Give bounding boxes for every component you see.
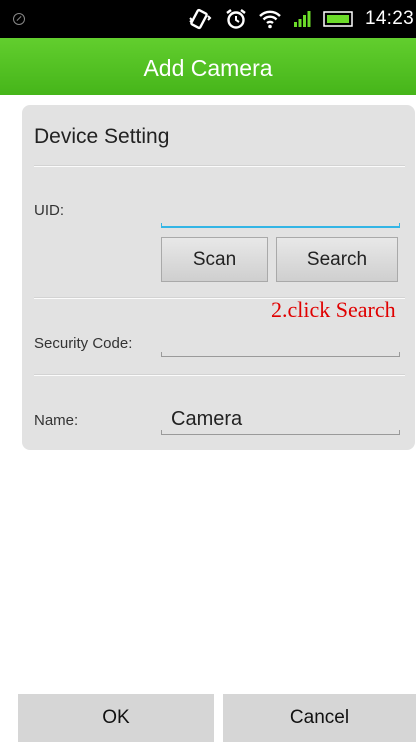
uid-label: UID: (34, 202, 64, 219)
ok-button[interactable]: OK (18, 694, 214, 742)
wifi-icon (259, 9, 281, 29)
uid-input[interactable] (161, 198, 400, 228)
name-input[interactable]: Camera (161, 405, 400, 435)
page-title: Add Camera (143, 55, 273, 81)
vibrate-icon (187, 8, 213, 30)
signal-icon (293, 10, 311, 28)
device-setting-card: Device Setting UID: Scan Search Security… (22, 105, 415, 450)
card-title: Device Setting (34, 125, 170, 148)
blocked-circle-icon (13, 13, 25, 25)
instruction-annotation: 2.click Search (271, 297, 396, 322)
search-button[interactable]: Search (276, 237, 398, 282)
divider (34, 166, 405, 167)
divider (34, 375, 405, 376)
title-bar: Add Camera (0, 38, 416, 95)
status-bar: 14:23 (0, 0, 416, 38)
security-code-input[interactable] (161, 327, 400, 357)
name-label: Name: (34, 412, 79, 429)
name-input-value: Camera (171, 408, 243, 430)
battery-icon (323, 11, 353, 27)
security-code-label: Security Code: (34, 335, 133, 352)
security-code-underline (161, 352, 400, 357)
status-icons: 14:23 (187, 0, 416, 38)
uid-input-underline (161, 223, 400, 228)
status-time: 14:23 (364, 8, 414, 29)
alarm-icon (225, 8, 247, 30)
cancel-button[interactable]: Cancel (223, 694, 416, 742)
scan-button[interactable]: Scan (161, 237, 268, 282)
name-input-underline (161, 430, 400, 435)
